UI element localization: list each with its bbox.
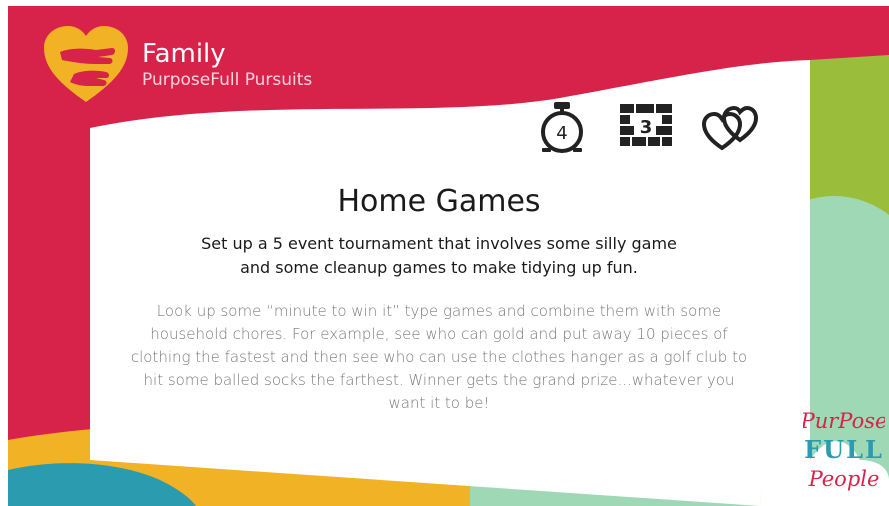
brick-wall-icon: 3 [620,104,672,146]
stopwatch-value: 4 [556,123,567,144]
purposefull-people-logo: PurPose FULL People [803,409,885,491]
slide: Family PurposeFull Pursuits 4 3 Home Gam… [0,0,889,506]
brand-title: Family [142,39,226,69]
brand-header: Family PurposeFull Pursuits [40,24,312,106]
activity-card: 4 3 Home Games Set up a 5 event tourname… [90,102,788,460]
hearts-icon [702,105,758,151]
brick-wall-value: 3 [640,117,653,138]
activity-title: Home Games [337,184,541,219]
heart-hands-icon [44,26,128,102]
wordmark-line2: FULL [804,435,884,464]
activity-description: Look up some “minute to win it” type gam… [130,302,748,412]
brand-subtitle: PurposeFull Pursuits [142,70,313,90]
activity-icons: 4 3 [534,100,758,156]
stopwatch-icon: 4 [541,102,583,153]
activity-lead: Set up a 5 event tournament that involve… [201,234,677,277]
wordmark-line3: People [808,467,880,491]
wordmark-line1: PurPose [803,409,885,433]
